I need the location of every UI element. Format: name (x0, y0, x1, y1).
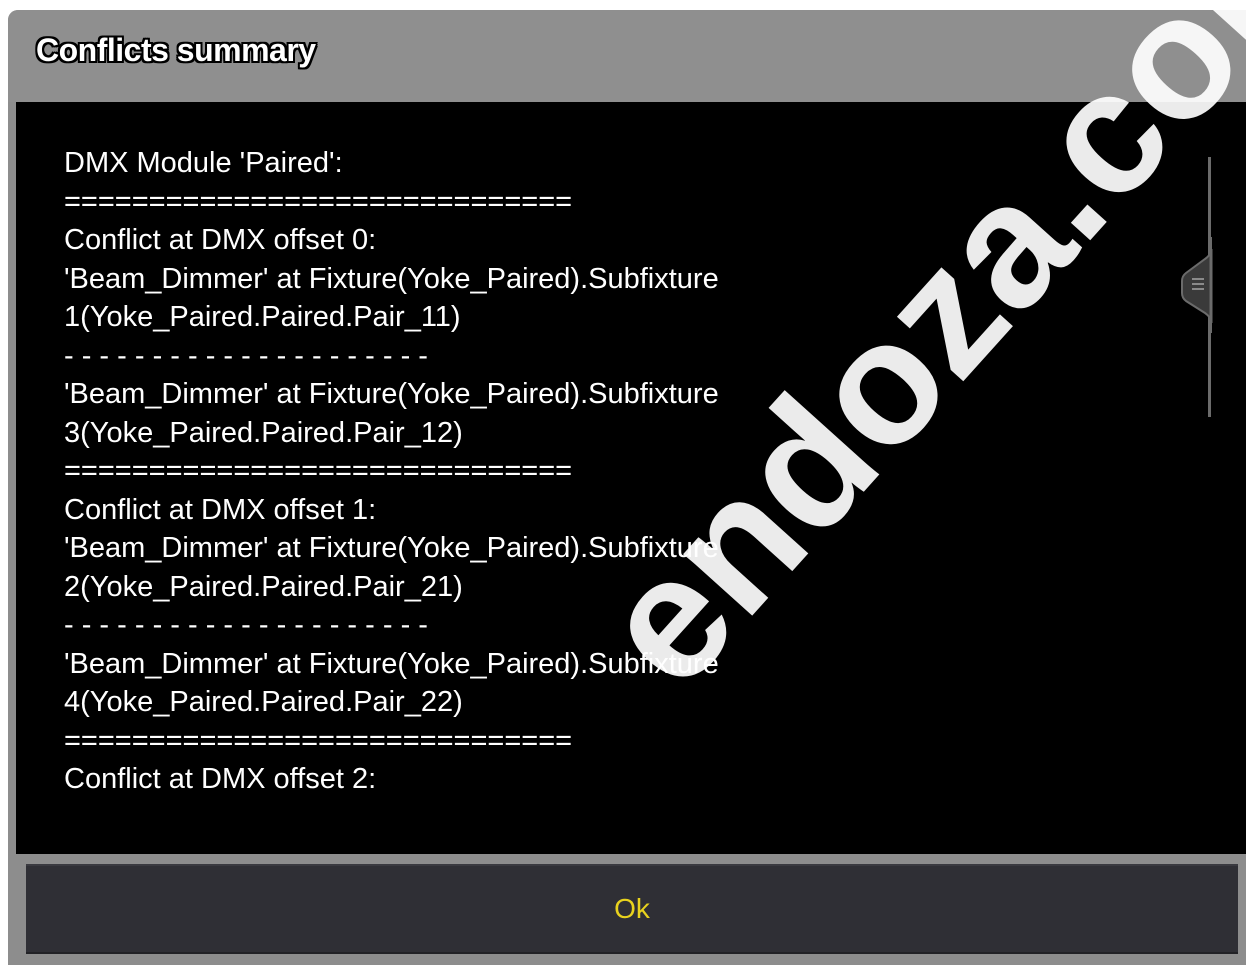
conflict-text-line: 'Beam_Dimmer' at Fixture(Yoke_Paired).Su… (64, 378, 719, 410)
ok-button[interactable]: Ok (26, 864, 1238, 954)
drag-handle-icon (1181, 237, 1213, 333)
conflict-text-line: 2(Yoke_Paired.Paired.Pair_21) (64, 570, 463, 603)
conflict-text-line: 'Beam_Dimmer' at Fixture(Yoke_Paired).Su… (64, 647, 719, 680)
conflict-text-line: 'Beam_Dimmer' at Fixture(Yoke_Paired).Su… (64, 799, 1124, 807)
dialog-footer: Ok (8, 854, 1246, 965)
conflicts-dialog: Conflicts summary DMX Module 'Paired': ==… (8, 10, 1246, 965)
conflict-text-line: - - - - - - - - - - - - - - - - - - - - … (64, 339, 428, 372)
conflict-text-line: 'Beam_Dimmer' at Fixture(Yoke_Paired).Su… (64, 532, 719, 564)
conflict-text-line: Conflict at DMX offset 1: (64, 493, 377, 526)
conflict-text-line: Conflict at DMX offset 2: (64, 763, 377, 795)
scrollbar-handle[interactable] (1180, 237, 1214, 333)
conflict-text-line: ============================== (64, 185, 573, 218)
conflict-text-line: - - - - - - - - - - - - - - - - - - - - … (64, 609, 428, 641)
dialog-title: Conflicts summary (36, 32, 316, 68)
conflict-text-line: ============================== (64, 455, 573, 487)
dialog-titlebar[interactable]: Conflicts summary (8, 10, 1246, 102)
conflict-text-line: DMX Module 'Paired': (64, 147, 343, 179)
conflict-text-line: 4(Yoke_Paired.Paired.Pair_22) (64, 686, 463, 718)
conflict-text-line: 1(Yoke_Paired.Paired.Pair_11) (64, 301, 461, 333)
conflict-text-line: ============================== (64, 724, 573, 757)
conflicts-text: DMX Module 'Paired': ====================… (64, 144, 1124, 806)
conflict-text-line: Conflict at DMX offset 0: (64, 224, 377, 256)
conflicts-content-area: DMX Module 'Paired': ====================… (16, 102, 1246, 854)
conflict-text-line: 3(Yoke_Paired.Paired.Pair_12) (64, 416, 463, 449)
conflict-text-line: 'Beam_Dimmer' at Fixture(Yoke_Paired).Su… (64, 262, 719, 295)
